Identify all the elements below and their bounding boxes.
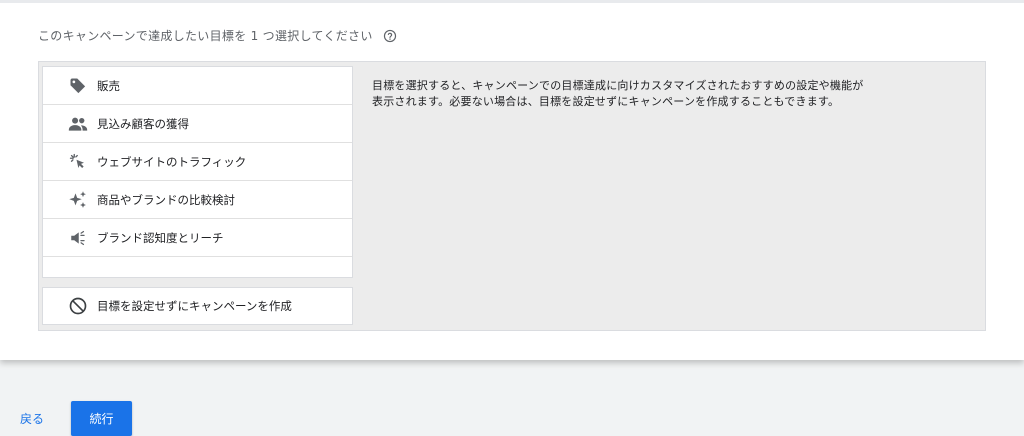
no-goal-option[interactable]: 目標を設定せずにキャンペーンを作成 — [42, 287, 353, 325]
top-divider — [0, 0, 1024, 3]
megaphone-icon — [67, 227, 89, 249]
people-icon — [67, 113, 89, 135]
goal-heading-text: このキャンペーンで達成したい目標を 1 つ選択してください — [38, 29, 373, 43]
block-icon — [67, 295, 89, 317]
continue-button[interactable]: 続行 — [71, 401, 132, 436]
sparkle-icon — [67, 189, 89, 211]
goal-item-website-traffic[interactable]: ウェブサイトのトラフィック — [43, 143, 352, 181]
goal-item-label: 販売 — [97, 78, 120, 93]
goal-selection-card: このキャンペーンで達成したい目標を 1 つ選択してください 販売 見込み顧客の獲… — [0, 0, 1024, 360]
no-goal-label: 目標を設定せずにキャンペーンを作成 — [97, 299, 292, 313]
goal-item-leads[interactable]: 見込み顧客の獲得 — [43, 105, 352, 143]
goal-item-label: ブランド認知度とリーチ — [97, 230, 224, 245]
goal-item-sales[interactable]: 販売 — [43, 67, 352, 105]
back-link[interactable]: 戻る — [20, 410, 44, 427]
goal-list: 販売 見込み顧客の獲得 ウェブサイトのトラフィック 商品やブランドの比較検討 ブ… — [42, 66, 353, 278]
goal-description-line: 目標を選択すると、キャンペーンでの目標達成に向けカスタマイズされたおすすめの設定… — [372, 79, 864, 92]
cursor-click-icon — [67, 151, 89, 173]
goal-item-label: 見込み顧客の獲得 — [97, 116, 189, 131]
goal-item-brand-awareness[interactable]: ブランド認知度とリーチ — [43, 219, 352, 257]
goal-item-label: ウェブサイトのトラフィック — [97, 154, 247, 169]
goal-description-line: 表示されます。必要ない場合は、目標を設定せずにキャンペーンを作成することもできま… — [372, 95, 840, 108]
tag-icon — [67, 75, 89, 97]
goal-panel: 販売 見込み顧客の獲得 ウェブサイトのトラフィック 商品やブランドの比較検討 ブ… — [38, 61, 986, 331]
goal-item-consideration[interactable]: 商品やブランドの比較検討 — [43, 181, 352, 219]
goal-item-label: 商品やブランドの比較検討 — [97, 192, 235, 207]
goal-description: 目標を選択すると、キャンペーンでの目標達成に向けカスタマイズされたおすすめの設定… — [372, 78, 932, 110]
goal-heading: このキャンペーンで達成したい目標を 1 つ選択してください — [38, 27, 397, 44]
help-circle-icon[interactable] — [383, 29, 397, 43]
